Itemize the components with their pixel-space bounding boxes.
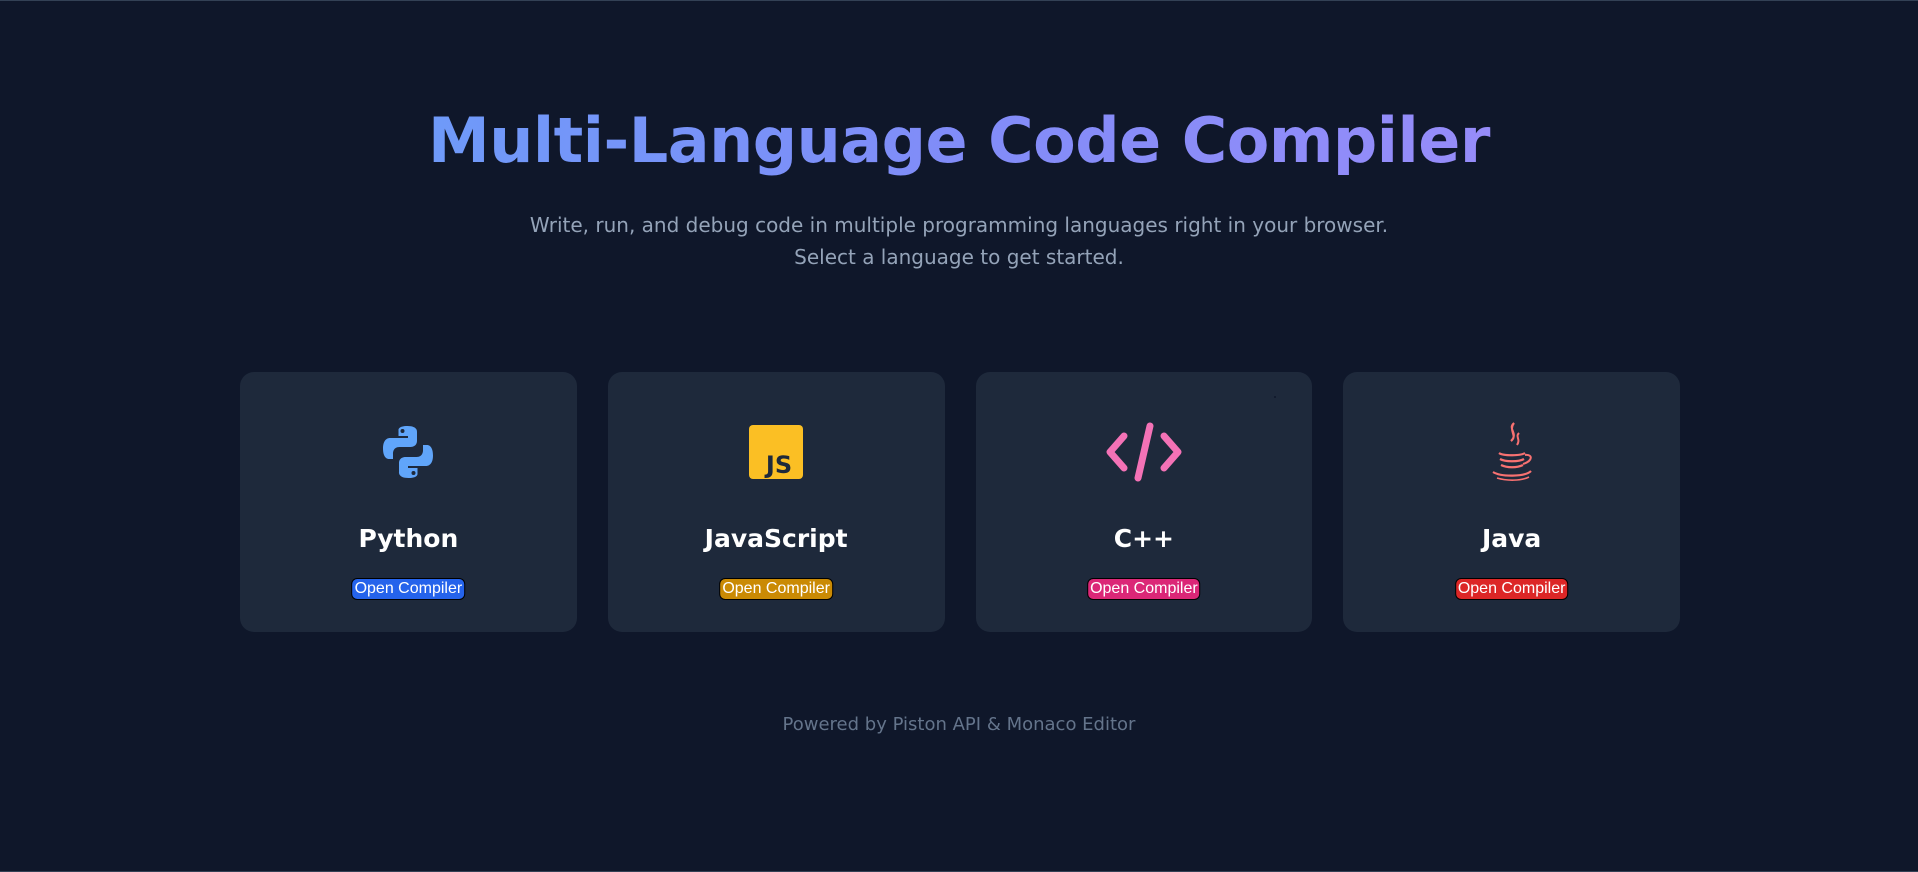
page: Multi-Language Code Compiler Write, run,… — [0, 0, 1918, 872]
open-compiler-button-java[interactable]: Open Compiler — [1454, 578, 1569, 600]
page-subtitle: Write, run, and debug code in multiple p… — [0, 209, 1918, 273]
language-name: C++ — [1113, 524, 1174, 553]
javascript-icon: JS — [608, 422, 945, 482]
footer-text: Powered by Piston API & Monaco Editor — [782, 714, 1136, 735]
coffee-cup-icon — [1343, 422, 1680, 482]
language-cards: Python Open Compiler JS JavaScript Open … — [240, 372, 1680, 632]
subtitle-line-2: Select a language to get started. — [794, 245, 1124, 269]
open-compiler-button-python[interactable]: Open Compiler — [351, 578, 466, 600]
language-name: Python — [358, 524, 459, 553]
page-title: Multi-Language Code Compiler — [0, 101, 1918, 181]
language-card-cpp[interactable]: C++ Open Compiler — [975, 372, 1313, 632]
language-name: JavaScript — [704, 524, 848, 553]
subtitle-line-1: Write, run, and debug code in multiple p… — [529, 213, 1389, 237]
decorative-dot — [1274, 396, 1277, 398]
svg-text:JS: JS — [764, 451, 792, 479]
open-compiler-button-cpp[interactable]: Open Compiler — [1087, 578, 1201, 600]
language-card-python[interactable]: Python Open Compiler — [240, 372, 577, 632]
language-card-javascript[interactable]: JS JavaScript Open Compiler — [607, 372, 945, 632]
python-icon — [240, 422, 577, 482]
code-brackets-icon — [976, 422, 1313, 482]
open-compiler-button-javascript[interactable]: Open Compiler — [719, 578, 833, 600]
language-name: Java — [1481, 524, 1542, 553]
language-card-java[interactable]: Java Open Compiler — [1343, 372, 1680, 632]
